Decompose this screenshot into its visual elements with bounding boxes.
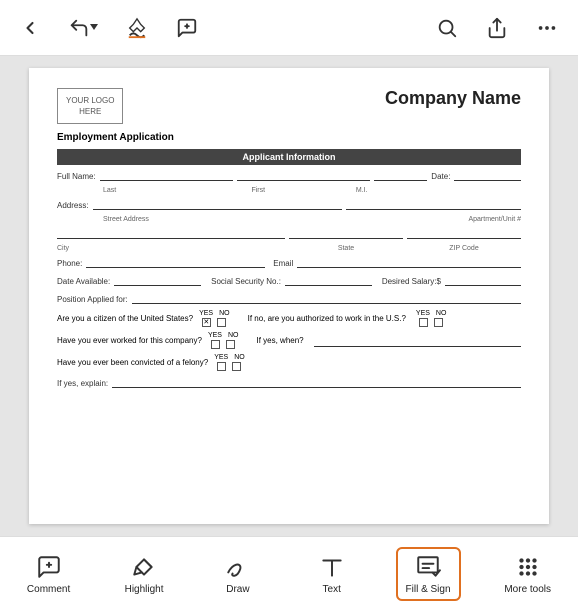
doc-header: YOUR LOGO HERE Company Name: [57, 88, 521, 124]
q4-checkboxes: YES NO: [214, 354, 245, 371]
undo-dropdown-icon: [90, 24, 98, 32]
more-icon: [536, 17, 558, 39]
more-tools-icon: [514, 553, 542, 581]
phone-row: Phone: Email: [57, 256, 521, 268]
fill-sign-tool-label: Fill & Sign: [406, 584, 451, 595]
back-button[interactable]: [16, 14, 44, 42]
q3-when-field: [314, 335, 521, 347]
position-label: Position Applied for:: [57, 295, 128, 304]
position-row: Position Applied for:: [57, 292, 521, 304]
highlight-tool[interactable]: Highlight: [114, 547, 174, 601]
email-field: [297, 256, 521, 268]
highlight-tool-label: Highlight: [125, 584, 164, 595]
full-name-label: Full Name:: [57, 172, 96, 181]
date-ssn-row: Date Available: Social Security No.: Des…: [57, 274, 521, 286]
bottom-toolbar: Comment Highlight Draw Text: [0, 536, 578, 608]
salary-field: [445, 274, 521, 286]
q4-no-checkbox[interactable]: [232, 362, 241, 371]
document-area: YOUR LOGO HERE Company Name Employment A…: [0, 56, 578, 536]
text-tool-label: Text: [323, 584, 341, 595]
top-toolbar: [0, 0, 578, 56]
share-icon: [486, 17, 508, 39]
address-sub-labels: Street Address Apartment/Unit #: [57, 216, 521, 223]
undo-icon: [68, 17, 90, 39]
q4-yes-checkbox[interactable]: [217, 362, 226, 371]
q2-no-checkbox[interactable]: [434, 318, 443, 327]
draw-tool-icon: [224, 553, 252, 581]
comment-icon: [176, 17, 198, 39]
explain-field: [112, 376, 521, 388]
text-tool[interactable]: Text: [302, 547, 362, 601]
date-field: [454, 169, 521, 181]
more-tools-label: More tools: [504, 584, 551, 595]
q4-text: Have you ever been convicted of a felony…: [57, 358, 208, 367]
date-label: Date:: [431, 172, 450, 181]
address-label: Address:: [57, 201, 89, 210]
position-field: [132, 292, 521, 304]
q3-no-checkbox[interactable]: [226, 340, 235, 349]
state-field: [289, 227, 403, 239]
fill-color-icon: [126, 17, 148, 39]
q1-yes-checkbox[interactable]: [202, 318, 211, 327]
draw-tool-label: Draw: [226, 584, 249, 595]
draw-tool[interactable]: Draw: [208, 547, 268, 601]
street-field: [93, 198, 343, 210]
company-name: Company Name: [385, 88, 521, 109]
q3-yes-checkbox[interactable]: [211, 340, 220, 349]
fill-sign-tool[interactable]: Fill & Sign: [396, 547, 461, 601]
share-button[interactable]: [482, 13, 512, 43]
q1-checkboxes: YES NO: [199, 310, 230, 327]
ssn-field: [285, 274, 372, 286]
mi-field: [374, 169, 427, 181]
q3-row: Have you ever worked for this company? Y…: [57, 332, 521, 349]
q2-checkboxes: YES NO: [416, 310, 447, 327]
highlight-tool-icon: [130, 553, 158, 581]
q2-text: If no, are you authorized to work in the…: [248, 314, 406, 323]
doc-page: YOUR LOGO HERE Company Name Employment A…: [29, 68, 549, 524]
email-label: Email: [273, 259, 293, 268]
q3-checkboxes: YES NO: [208, 332, 239, 349]
ssn-label: Social Security No.:: [211, 277, 281, 286]
city-row: [57, 227, 521, 239]
fill-sign-tool-icon: [414, 553, 442, 581]
salary-label: Desired Salary:$: [382, 277, 441, 286]
text-tool-icon: [318, 553, 346, 581]
explain-label: If yes, explain:: [57, 379, 108, 388]
apt-field: [346, 198, 521, 210]
date-avail-field: [114, 274, 201, 286]
q3-followup-text: If yes, when?: [256, 336, 303, 345]
q3-text: Have you ever worked for this company?: [57, 336, 202, 345]
address-row: Address:: [57, 198, 521, 210]
city-sub-labels: City State ZIP Code: [57, 245, 521, 252]
comment-tool[interactable]: Comment: [17, 547, 80, 601]
full-name-row: Full Name: Date:: [57, 169, 521, 181]
explain-row: If yes, explain:: [57, 376, 521, 388]
comment-tool-icon: [35, 553, 63, 581]
city-field: [57, 227, 285, 239]
q1-row: Are you a citizen of the United States? …: [57, 310, 521, 327]
q1-no-checkbox[interactable]: [217, 318, 226, 327]
more-tools-tool[interactable]: More tools: [494, 547, 561, 601]
first-name-field: [237, 169, 370, 181]
doc-title: Employment Application: [57, 132, 521, 143]
search-button[interactable]: [432, 13, 462, 43]
logo-box: YOUR LOGO HERE: [57, 88, 123, 124]
comment-top-button[interactable]: [172, 13, 202, 43]
phone-label: Phone:: [57, 259, 82, 268]
zip-field: [407, 227, 521, 239]
q4-row: Have you ever been convicted of a felony…: [57, 354, 521, 371]
undo-button[interactable]: [64, 13, 102, 43]
q1-text: Are you a citizen of the United States?: [57, 314, 193, 323]
date-avail-label: Date Available:: [57, 277, 110, 286]
phone-field: [86, 256, 265, 268]
section-header: Applicant Information: [57, 149, 521, 165]
comment-tool-label: Comment: [27, 584, 70, 595]
back-icon: [20, 18, 40, 38]
more-button[interactable]: [532, 13, 562, 43]
fill-color-button[interactable]: [122, 13, 152, 43]
q2-yes-checkbox[interactable]: [419, 318, 428, 327]
name-sub-labels: Last First M.I.: [57, 187, 521, 194]
search-icon: [436, 17, 458, 39]
last-name-field: [100, 169, 233, 181]
